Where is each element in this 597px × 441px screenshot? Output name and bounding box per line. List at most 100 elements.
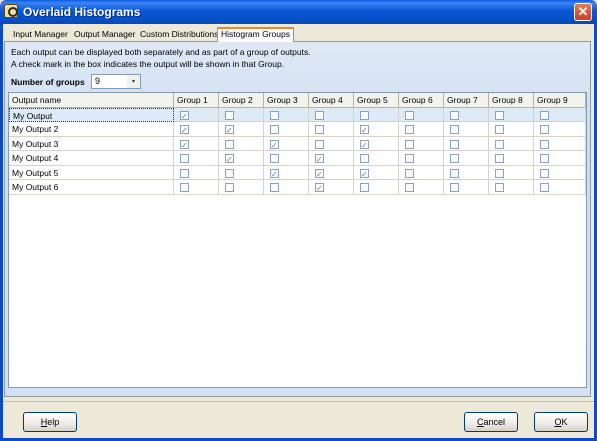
column-header-group-1[interactable]: Group 1: [174, 93, 219, 107]
group-checkbox[interactable]: [315, 139, 324, 149]
group-checkbox[interactable]: [540, 110, 549, 120]
group-cell: [264, 122, 309, 137]
group-checkbox[interactable]: [450, 183, 459, 192]
column-header-group-3[interactable]: Group 3: [264, 93, 309, 107]
group-checkbox[interactable]: [405, 139, 414, 149]
column-header-group-4[interactable]: Group 4: [309, 93, 354, 107]
group-checkbox[interactable]: [180, 183, 189, 192]
group-checkbox[interactable]: [360, 154, 369, 163]
tab-custom-distributions[interactable]: Custom Distributions: [137, 28, 221, 41]
chevron-down-icon[interactable]: ▾: [127, 75, 140, 88]
group-checkbox[interactable]: [180, 124, 189, 136]
group-checkbox[interactable]: [180, 154, 189, 163]
group-checkbox[interactable]: [180, 139, 189, 150]
close-button[interactable]: ✕: [574, 3, 592, 21]
table-row[interactable]: My Output 6: [9, 180, 586, 195]
column-header-group-8[interactable]: Group 8: [489, 93, 534, 107]
group-checkbox[interactable]: [270, 183, 279, 192]
group-checkbox[interactable]: [315, 168, 324, 179]
group-checkbox[interactable]: [315, 153, 324, 165]
group-checkbox[interactable]: [315, 125, 324, 134]
table-row[interactable]: My Output 3: [9, 136, 586, 151]
group-checkbox[interactable]: [225, 183, 234, 192]
table-row[interactable]: My Output 2: [9, 122, 586, 137]
group-checkbox[interactable]: [225, 124, 234, 136]
group-checkbox[interactable]: [495, 139, 504, 149]
group-checkbox[interactable]: [270, 154, 279, 163]
group-checkbox[interactable]: [495, 125, 504, 134]
group-checkbox[interactable]: [405, 125, 414, 134]
group-checkbox[interactable]: [450, 110, 459, 120]
group-checkbox[interactable]: [495, 110, 504, 120]
table-row[interactable]: My Output: [9, 107, 586, 122]
group-cell: [219, 165, 264, 180]
group-checkbox[interactable]: [450, 168, 459, 178]
ok-button[interactable]: OK: [534, 412, 588, 432]
group-checkbox[interactable]: [315, 182, 324, 194]
group-cell: [444, 107, 489, 122]
group-checkbox[interactable]: [540, 139, 549, 149]
group-cell: [534, 151, 586, 166]
group-checkbox[interactable]: [270, 110, 279, 120]
output-name-cell[interactable]: My Output 5: [9, 165, 174, 180]
group-checkbox[interactable]: [405, 183, 414, 192]
group-checkbox[interactable]: [405, 154, 414, 163]
number-of-groups-dropdown[interactable]: 9 ▾: [91, 74, 141, 89]
group-checkbox[interactable]: [540, 183, 549, 192]
group-checkbox[interactable]: [540, 154, 549, 163]
group-checkbox[interactable]: [405, 110, 414, 120]
output-name-cell[interactable]: My Output 6: [9, 180, 174, 195]
group-checkbox[interactable]: [540, 125, 549, 134]
help-button[interactable]: Help: [23, 412, 77, 432]
group-cell: [444, 151, 489, 166]
group-checkbox[interactable]: [540, 168, 549, 178]
info-text-line-1: Each output can be displayed both separa…: [11, 47, 311, 57]
group-checkbox[interactable]: [270, 125, 279, 134]
column-header-group-7[interactable]: Group 7: [444, 93, 489, 107]
group-checkbox[interactable]: [495, 168, 504, 178]
group-checkbox[interactable]: [180, 110, 189, 121]
tab-histogram-groups[interactable]: Histogram Groups: [217, 27, 294, 42]
group-checkbox[interactable]: [360, 139, 369, 150]
group-checkbox[interactable]: [315, 110, 324, 120]
group-checkbox[interactable]: [360, 183, 369, 192]
group-checkbox[interactable]: [225, 110, 234, 120]
group-checkbox[interactable]: [225, 139, 234, 149]
output-name-cell[interactable]: My Output 3: [9, 136, 174, 151]
group-checkbox[interactable]: [495, 183, 504, 192]
output-name-cell[interactable]: My Output 4: [9, 151, 174, 166]
group-cell: [174, 122, 219, 137]
column-header-group-2[interactable]: Group 2: [219, 93, 264, 107]
group-checkbox[interactable]: [270, 139, 279, 150]
group-checkbox[interactable]: [450, 139, 459, 149]
group-cell: [264, 107, 309, 122]
table-row[interactable]: My Output 4: [9, 151, 586, 166]
column-header-group-9[interactable]: Group 9: [534, 93, 586, 107]
group-cell: [444, 136, 489, 151]
group-checkbox[interactable]: [405, 168, 414, 178]
group-cell: [309, 151, 354, 166]
group-checkbox[interactable]: [180, 168, 189, 178]
tab-output-manager[interactable]: Output Manager: [71, 28, 138, 41]
group-checkbox[interactable]: [225, 168, 234, 178]
group-checkbox[interactable]: [270, 168, 279, 179]
column-header-output-name[interactable]: Output name: [9, 93, 174, 107]
window-frame-left: [0, 24, 3, 441]
group-checkbox[interactable]: [450, 154, 459, 163]
group-cell: [489, 136, 534, 151]
group-checkbox[interactable]: [225, 153, 234, 165]
group-checkbox[interactable]: [360, 168, 369, 179]
group-cell: [354, 107, 399, 122]
cancel-button[interactable]: Cancel: [464, 412, 518, 432]
output-name-cell[interactable]: My Output 2: [9, 122, 174, 137]
group-checkbox[interactable]: [360, 124, 369, 136]
output-name-cell[interactable]: My Output: [9, 107, 174, 122]
group-checkbox[interactable]: [360, 110, 369, 120]
group-checkbox[interactable]: [450, 125, 459, 134]
column-header-group-5[interactable]: Group 5: [354, 93, 399, 107]
table-row[interactable]: My Output 5: [9, 165, 586, 180]
tab-input-manager[interactable]: Input Manager: [10, 28, 71, 41]
group-checkbox[interactable]: [495, 154, 504, 163]
column-header-group-6[interactable]: Group 6: [399, 93, 444, 107]
group-cell: [399, 180, 444, 195]
